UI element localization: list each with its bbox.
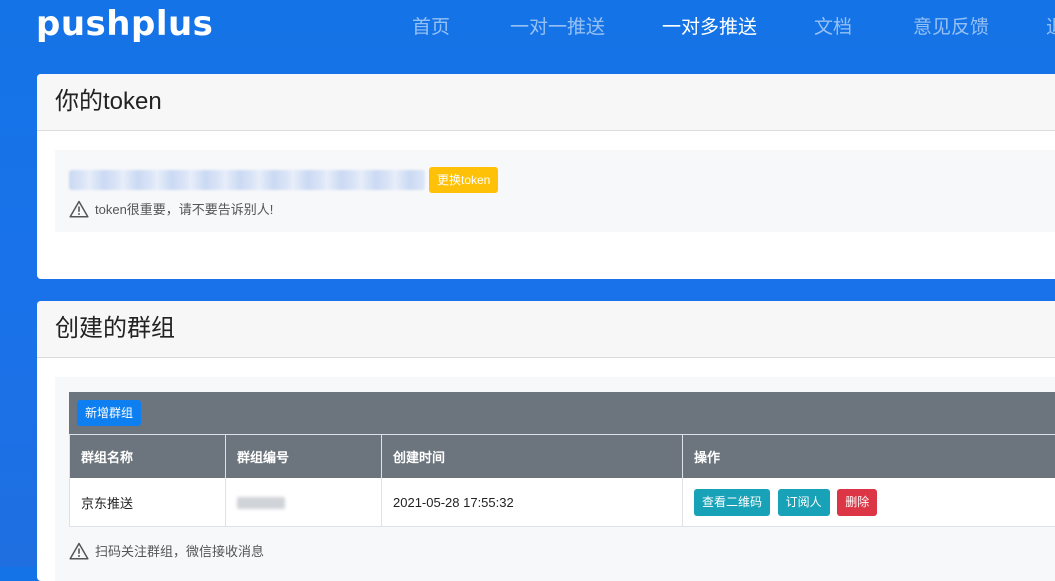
nav-home[interactable]: 首页	[412, 12, 450, 39]
view-qrcode-button[interactable]: 查看二维码	[694, 489, 770, 516]
delete-button[interactable]: 删除	[837, 489, 877, 516]
table-row: 京东推送 2021-05-28 17:55:32 查看二维码 订阅人 删除	[70, 478, 1055, 527]
table-toolbar: 新增群组	[69, 392, 1055, 434]
warning-icon	[69, 200, 89, 218]
nav-docs[interactable]: 文档	[814, 12, 852, 39]
column-header-code: 群组编号	[226, 435, 382, 479]
token-warning-text: token很重要，请不要告诉别人!	[95, 199, 273, 218]
column-header-created: 创建时间	[382, 435, 683, 479]
group-hint-text: 扫码关注群组，微信接收消息	[95, 541, 264, 560]
add-group-button[interactable]: 新增群组	[77, 400, 141, 426]
created-time-cell: 2021-05-28 17:55:32	[382, 478, 683, 527]
token-card: 你的token 更换token token很重要，请不要告诉别人!	[37, 74, 1055, 279]
group-card-title: 创建的群组	[37, 301, 1055, 358]
column-header-actions: 操作	[683, 435, 1055, 479]
top-navbar: pushplus 首页 一对一推送 一对多推送 文档 意见反馈 退	[0, 0, 1055, 55]
actions-cell: 查看二维码 订阅人 删除	[683, 478, 1055, 527]
subscribers-button[interactable]: 订阅人	[778, 489, 830, 516]
group-hint: 扫码关注群组，微信接收消息	[69, 541, 264, 560]
nav-feedback[interactable]: 意见反馈	[913, 12, 989, 39]
group-card: 创建的群组 新增群组 群组名称 群组编号 创建时间 操作 京东推送	[37, 301, 1055, 581]
group-name-cell: 京东推送	[70, 478, 226, 527]
warning-icon	[69, 542, 89, 560]
table-header-row: 群组名称 群组编号 创建时间 操作	[70, 435, 1055, 479]
logo[interactable]: pushplus	[36, 4, 213, 44]
column-header-name: 群组名称	[70, 435, 226, 479]
group-box: 新增群组 群组名称 群组编号 创建时间 操作 京东推送 2021-05-28 1…	[55, 377, 1055, 581]
token-warning: token很重要，请不要告诉别人!	[69, 199, 273, 218]
token-card-title: 你的token	[37, 74, 1055, 131]
change-token-button[interactable]: 更换token	[429, 167, 498, 193]
token-box: 更换token token很重要，请不要告诉别人!	[55, 150, 1055, 232]
nav-one-to-one[interactable]: 一对一推送	[510, 12, 605, 39]
groups-table: 群组名称 群组编号 创建时间 操作 京东推送 2021-05-28 17:55:…	[69, 434, 1055, 527]
token-value[interactable]	[69, 170, 425, 190]
group-code-redacted	[237, 497, 285, 509]
nav-more[interactable]: 退	[1046, 12, 1055, 39]
nav-one-to-many[interactable]: 一对多推送	[662, 12, 757, 39]
group-code-cell	[226, 478, 382, 527]
